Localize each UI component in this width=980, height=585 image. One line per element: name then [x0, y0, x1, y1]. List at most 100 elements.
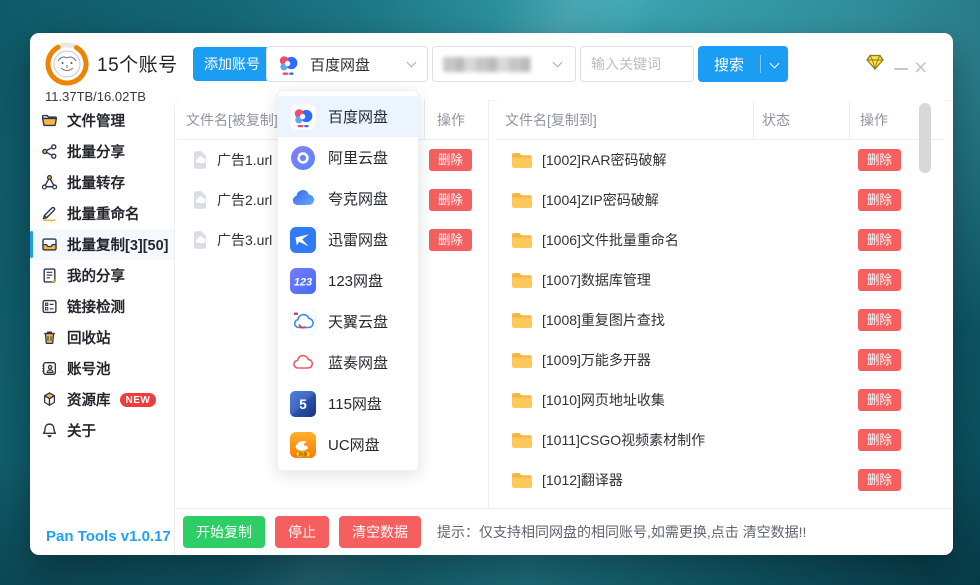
chevron-down-icon: [553, 58, 563, 68]
file-name: 广告3.url: [217, 230, 272, 250]
folder-icon: [511, 352, 533, 369]
table-row-partial[interactable]: [497, 500, 945, 508]
sidebar-item-batch-rename[interactable]: 批量重命名: [30, 198, 174, 229]
delete-button[interactable]: 删除: [858, 149, 901, 172]
delete-button[interactable]: 删除: [429, 189, 472, 212]
table-row[interactable]: [1002]RAR密码破解 删除: [497, 140, 945, 180]
url-file-icon: [192, 231, 208, 249]
sidebar-item-about[interactable]: 关于: [30, 415, 174, 446]
keyword-input[interactable]: [580, 46, 694, 82]
folder-name: [1004]ZIP密码破解: [542, 190, 659, 210]
app-version: Pan Tools v1.0.17: [46, 528, 171, 545]
sidebar-item-batch-copy[interactable]: 批量复制[3][50]: [30, 229, 174, 260]
dropdown-item-aliyun[interactable]: 阿里云盘: [278, 137, 418, 178]
delete-button[interactable]: 删除: [858, 389, 901, 412]
account-select[interactable]: [432, 46, 576, 82]
folder-name: [1008]重复图片查找: [542, 310, 665, 330]
dropdown-item-xunlei[interactable]: 迅雷网盘: [278, 219, 418, 260]
folder-icon: [511, 152, 533, 169]
table-row[interactable]: [1004]ZIP密码破解 删除: [497, 180, 945, 220]
folder-name: [1006]文件批量重命名: [542, 230, 679, 250]
uc-drive-icon: 网盘: [290, 432, 316, 458]
table-row[interactable]: [1011]CSGO视频素材制作 删除: [497, 420, 945, 460]
delete-button[interactable]: 删除: [858, 189, 901, 212]
chevron-down-icon: [407, 58, 417, 68]
sidebar-item-resource-library[interactable]: 资源库 NEW: [30, 384, 174, 415]
copy-tray-icon: [41, 236, 58, 253]
vertical-scrollbar-thumb[interactable]: [919, 103, 931, 173]
column-header-action: 操作: [424, 100, 488, 139]
folder-name: [1012]翻译器: [542, 470, 623, 490]
search-button[interactable]: 搜索: [698, 54, 760, 75]
table-row[interactable]: [1006]文件批量重命名 删除: [497, 220, 945, 260]
target-table-header: 文件名[复制到] 状态 操作: [497, 100, 945, 140]
delete-button[interactable]: 删除: [429, 149, 472, 172]
folder-icon: [511, 472, 533, 489]
drive-select-value: 百度网盘: [310, 54, 370, 75]
file-name: 广告2.url: [217, 190, 272, 210]
folder-icon: [511, 232, 533, 249]
folder-name: [1002]RAR密码破解: [542, 150, 666, 170]
delete-button[interactable]: 删除: [858, 229, 901, 252]
hint-text: 提示：仅支持相同网盘的相同账号,如需更换,点击 清空数据!!: [437, 522, 806, 542]
document-icon: [41, 267, 58, 284]
table-row[interactable]: [1008]重复图片查找 删除: [497, 300, 945, 340]
delete-button[interactable]: 删除: [858, 469, 901, 492]
drive-select[interactable]: 百度网盘: [266, 46, 428, 82]
delete-button[interactable]: 删除: [858, 429, 901, 452]
folder-icon: [41, 112, 58, 129]
clear-data-button[interactable]: 清空数据: [339, 516, 421, 548]
sidebar-item-my-shares[interactable]: 我的分享: [30, 260, 174, 291]
new-badge: NEW: [120, 393, 157, 407]
dropdown-item-115pan[interactable]: 5 115网盘: [278, 383, 418, 424]
folder-name: [1007]数据库管理: [542, 270, 651, 290]
delete-button[interactable]: 删除: [429, 229, 472, 252]
delete-button[interactable]: 删除: [858, 269, 901, 292]
table-row[interactable]: [1007]数据库管理 删除: [497, 260, 945, 300]
url-file-icon: [192, 191, 208, 209]
table-row[interactable]: [1010]网页地址收集 删除: [497, 380, 945, 420]
xunlei-drive-icon: [290, 227, 316, 253]
dropdown-item-baidu[interactable]: 百度网盘: [278, 96, 418, 137]
quark-drive-icon: [290, 186, 316, 212]
sidebar-item-account-pool[interactable]: 账号池: [30, 353, 174, 384]
aliyun-drive-icon: [290, 145, 316, 171]
account-card-icon: [41, 360, 58, 377]
folder-name: [1010]网页地址收集: [542, 390, 665, 410]
storage-usage: 11.37TB/16.02TB: [45, 89, 146, 104]
target-rows: [1002]RAR密码破解 删除 [1004]ZIP密码破解: [497, 140, 945, 500]
sidebar-item-link-check[interactable]: 链接检测: [30, 291, 174, 322]
sidebar-item-batch-transfer[interactable]: 批量转存: [30, 167, 174, 198]
tianyi-cloud-icon: [290, 309, 316, 335]
box-icon: [41, 391, 58, 408]
folder-icon: [511, 312, 533, 329]
search-split-button[interactable]: 搜索: [698, 46, 788, 82]
delete-button[interactable]: 删除: [858, 349, 901, 372]
sidebar-item-file-manage[interactable]: 文件管理: [30, 105, 174, 136]
search-dropdown-caret[interactable]: [761, 62, 788, 67]
minimize-button[interactable]: [894, 68, 908, 70]
sidebar-item-recycle-bin[interactable]: 回收站: [30, 322, 174, 353]
dropdown-item-123pan[interactable]: 123 123网盘: [278, 260, 418, 301]
stop-button[interactable]: 停止: [275, 516, 329, 548]
start-copy-button[interactable]: 开始复制: [183, 516, 265, 548]
folder-name: [1011]CSGO视频素材制作: [542, 430, 705, 450]
delete-button[interactable]: 删除: [858, 309, 901, 332]
svg-text:5: 5: [299, 397, 307, 412]
folder-icon: [511, 272, 533, 289]
dropdown-item-uc[interactable]: 网盘 UC网盘: [278, 424, 418, 465]
vip-gem-icon[interactable]: [866, 54, 884, 70]
chevron-down-icon: [770, 58, 780, 68]
add-account-button[interactable]: 添加账号: [193, 47, 271, 81]
close-button[interactable]: ×: [914, 52, 927, 82]
table-row[interactable]: [1009]万能多开器 删除: [497, 340, 945, 380]
app-logo: [44, 41, 90, 87]
table-row[interactable]: [1012]翻译器 删除: [497, 460, 945, 500]
bell-icon: [41, 422, 58, 439]
dropdown-item-quark[interactable]: 夸克网盘: [278, 178, 418, 219]
dropdown-item-lanzou[interactable]: 蓝奏网盘: [278, 342, 418, 383]
svg-text:123: 123: [294, 276, 312, 288]
sidebar-item-batch-share[interactable]: 批量分享: [30, 136, 174, 167]
pan115-icon: 5: [290, 391, 316, 417]
dropdown-item-tianyi[interactable]: 天翼云盘: [278, 301, 418, 342]
